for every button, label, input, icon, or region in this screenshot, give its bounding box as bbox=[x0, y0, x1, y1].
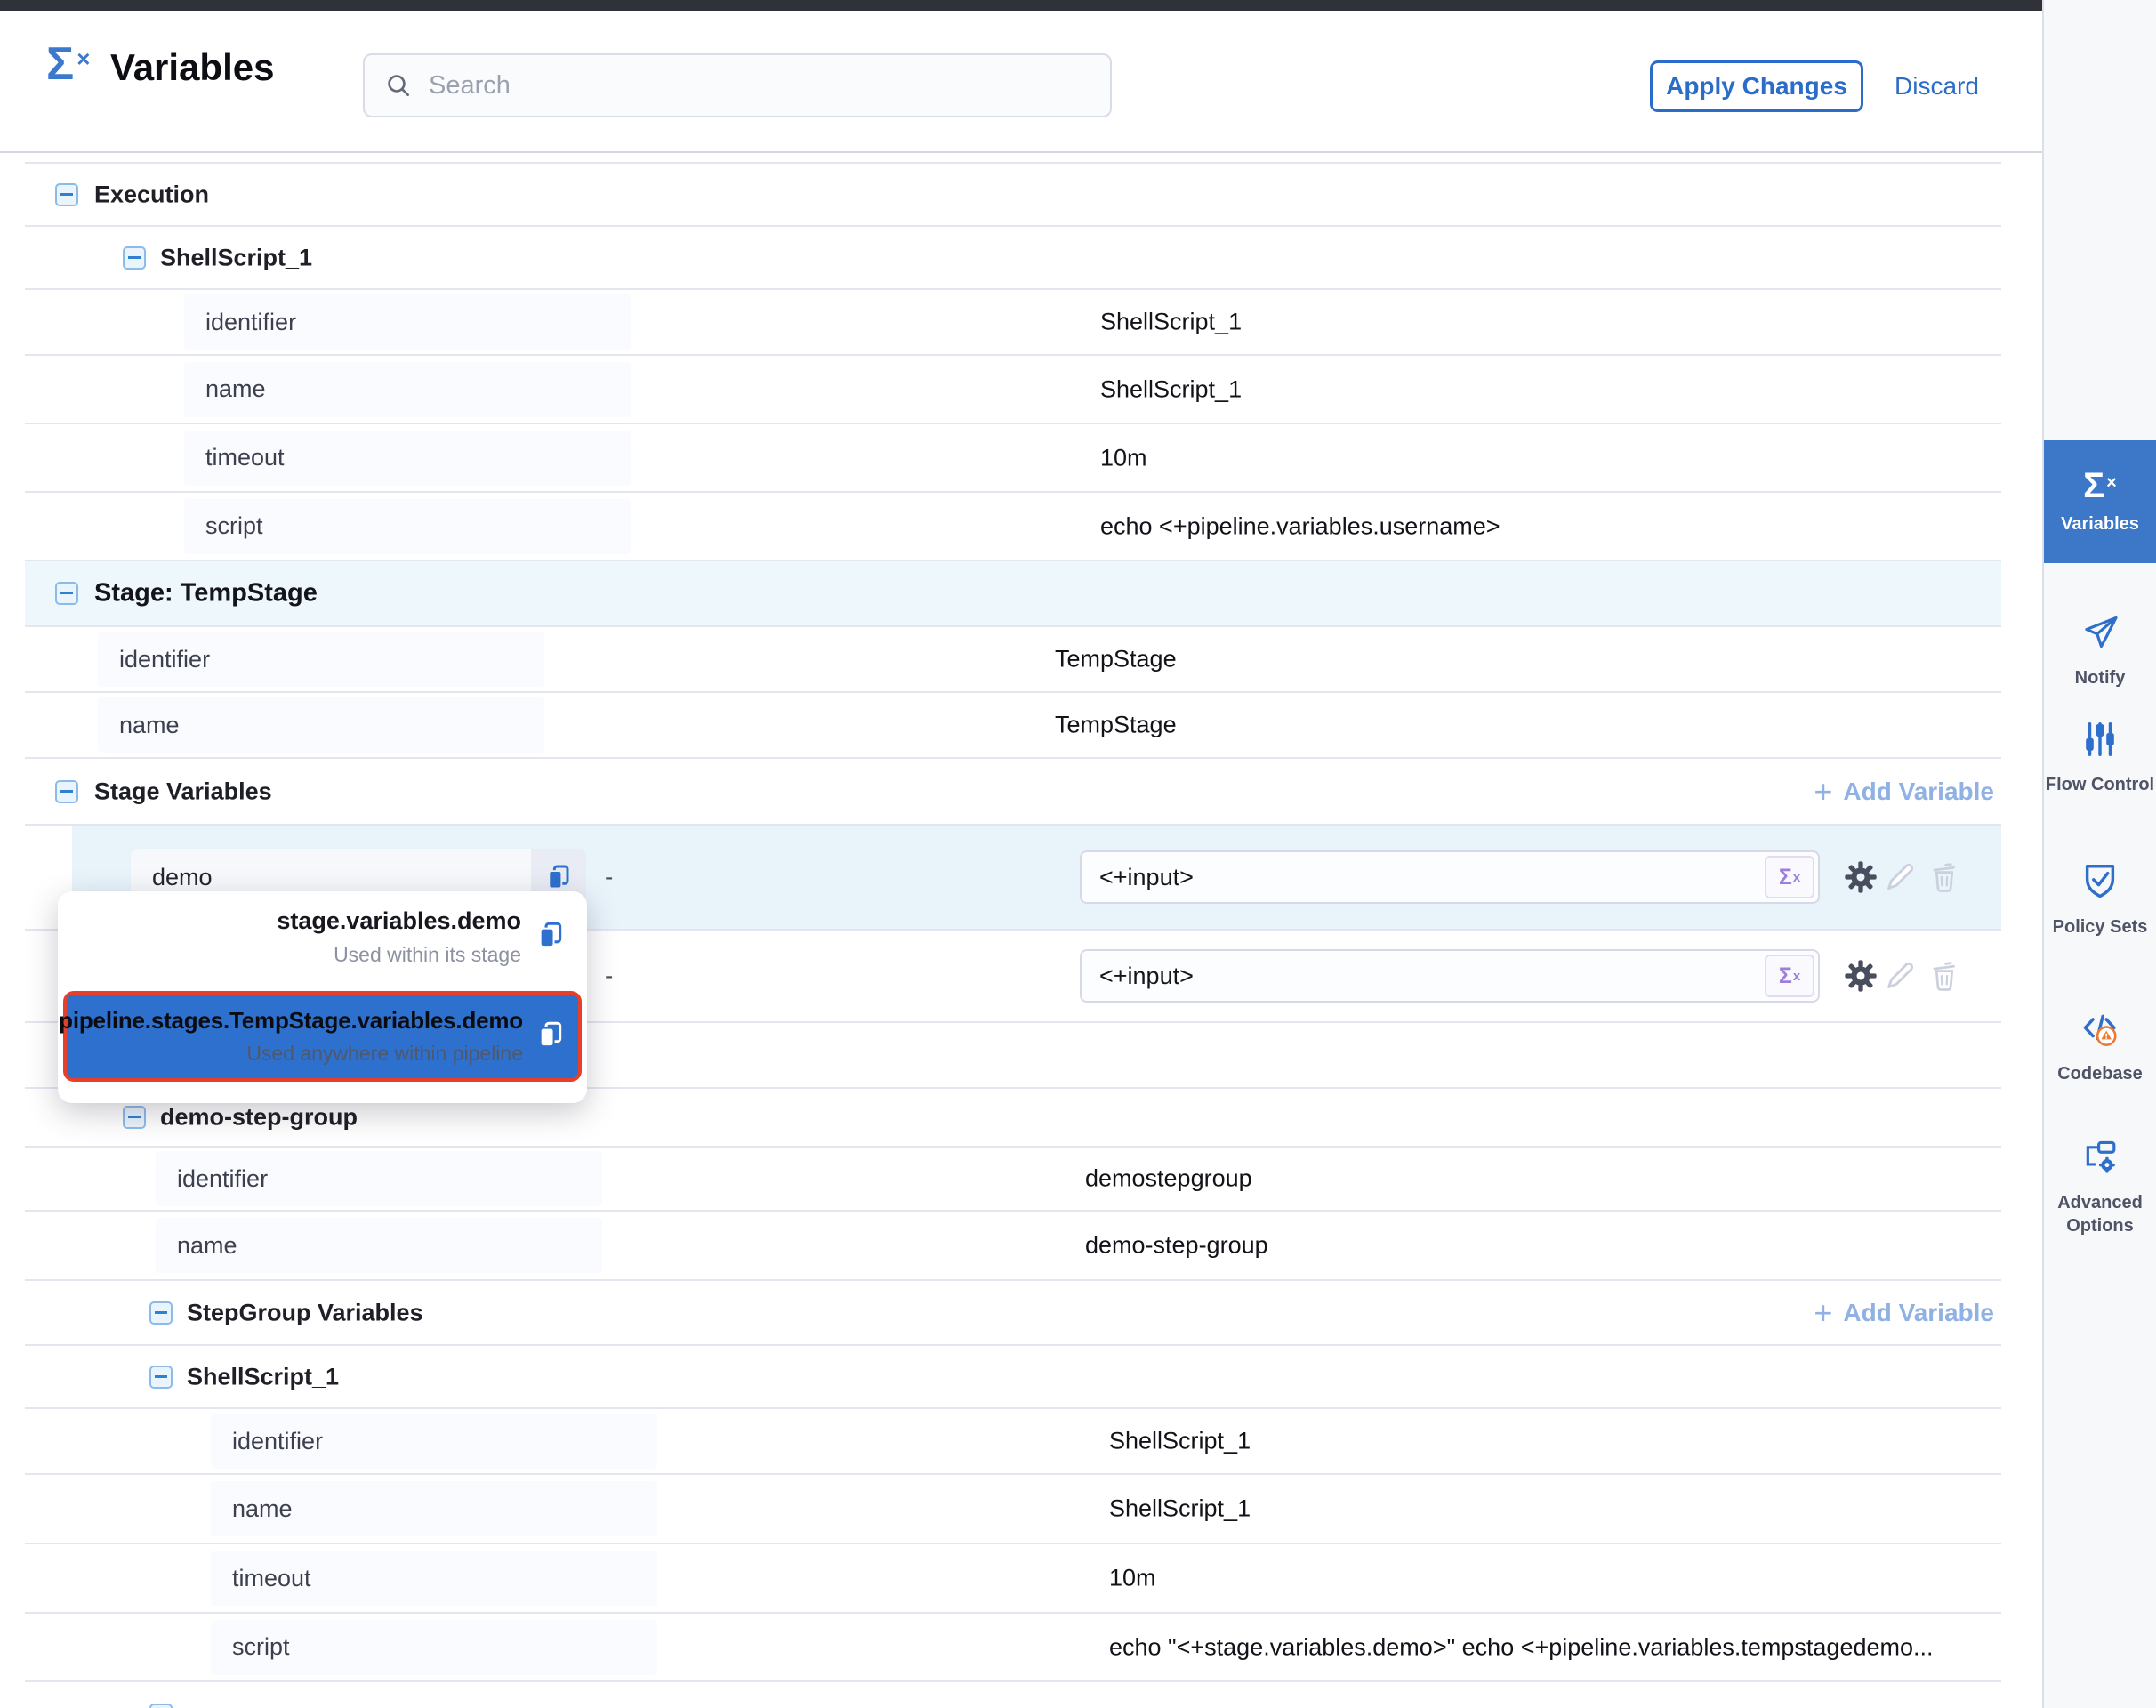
plus-icon: + bbox=[1814, 1298, 1832, 1326]
expression-scope: Used anywhere within pipeline bbox=[59, 1042, 523, 1066]
field-value: ShellScript_1 bbox=[1100, 375, 1242, 403]
flowchart-gear-icon bbox=[2080, 1137, 2120, 1182]
tree-section-execution[interactable]: Execution bbox=[25, 162, 2001, 227]
tree-section-shellscript1[interactable]: ShellScript_1 bbox=[25, 227, 2001, 290]
search-box[interactable] bbox=[363, 53, 1112, 117]
shield-check-icon bbox=[2080, 861, 2120, 906]
sidebar-item-advanced-options[interactable]: Advanced Options bbox=[2044, 1137, 2156, 1237]
search-input[interactable] bbox=[427, 70, 1053, 101]
variable-expression-popup: stage.variables.demo Used within its sta… bbox=[58, 891, 587, 1103]
field-value: ShellScript_1 bbox=[1109, 1495, 1251, 1523]
field-label: identifier bbox=[98, 632, 544, 687]
field-value: 10m bbox=[1100, 444, 1147, 471]
plus-icon: + bbox=[1814, 777, 1832, 805]
field-label: script bbox=[184, 499, 631, 554]
paper-plane-icon bbox=[2080, 612, 2120, 657]
field-value: ShellScript_1 bbox=[1100, 309, 1242, 336]
copy-icon[interactable] bbox=[535, 1019, 566, 1054]
field-row-name: name ShellScript_1 bbox=[25, 356, 2001, 424]
expression-sigma-chip[interactable]: Σx bbox=[1765, 856, 1814, 898]
code-warning-icon bbox=[2080, 1008, 2120, 1053]
variables-panel-icon: Σ× bbox=[46, 41, 90, 87]
tree-section-shellscript1[interactable]: ShellScript_1 bbox=[25, 1346, 2001, 1409]
collapse-minus-icon[interactable] bbox=[149, 1704, 173, 1708]
field-row-name: name TempStage bbox=[25, 693, 2001, 759]
field-label: name bbox=[98, 697, 544, 753]
field-label: timeout bbox=[211, 1551, 657, 1606]
gear-icon[interactable] bbox=[1841, 956, 1880, 995]
field-row-identifier: identifier demostepgroup bbox=[25, 1148, 2001, 1212]
search-icon bbox=[384, 71, 413, 100]
field-value: demo-step-group bbox=[1085, 1232, 1268, 1260]
expression-option-stage-scope[interactable]: stage.variables.demo Used within its sta… bbox=[277, 907, 566, 967]
required-dash: - bbox=[605, 962, 613, 990]
expression-path: stage.variables.demo bbox=[277, 907, 521, 935]
field-label: script bbox=[211, 1620, 657, 1675]
field-value: echo <+pipeline.variables.username> bbox=[1100, 512, 1500, 540]
collapse-minus-icon[interactable] bbox=[55, 582, 78, 605]
discard-button[interactable]: Discard bbox=[1895, 72, 1979, 101]
apply-changes-button[interactable]: Apply Changes bbox=[1650, 60, 1863, 112]
field-row-script: script echo <+pipeline.variables.usernam… bbox=[25, 493, 2001, 561]
field-label: name bbox=[211, 1481, 657, 1536]
collapse-minus-icon[interactable] bbox=[149, 1366, 173, 1389]
variable-value-input[interactable]: <+input> Σx bbox=[1080, 949, 1820, 1003]
field-row-identifier: identifier TempStage bbox=[25, 627, 2001, 693]
gear-icon[interactable] bbox=[1841, 858, 1880, 897]
field-label: identifier bbox=[156, 1151, 602, 1206]
header: Σ× Variables Apply Changes Discard bbox=[0, 11, 2042, 151]
field-label: name bbox=[156, 1218, 602, 1273]
sidebar-item-variables[interactable]: Σ× Variables bbox=[2044, 440, 2156, 563]
field-row-script: script echo "<+stage.variables.demo>" ec… bbox=[25, 1614, 2001, 1682]
window-top-strip bbox=[0, 0, 2042, 11]
field-label: identifier bbox=[211, 1414, 657, 1469]
sidebar-item-policy-sets[interactable]: Policy Sets bbox=[2044, 861, 2156, 939]
field-value: ShellScript_1 bbox=[1109, 1428, 1251, 1455]
tree-section-stage-variables[interactable]: Stage Variables + Add Variable bbox=[25, 759, 2001, 826]
field-row-name: name ShellScript_1 bbox=[25, 1475, 2001, 1544]
tree-section-stepgroup-variables[interactable]: StepGroup Variables + Add Variable bbox=[25, 1281, 2001, 1346]
tree-section-partial[interactable] bbox=[25, 1682, 2001, 1708]
field-row-identifier: identifier ShellScript_1 bbox=[25, 290, 2001, 356]
field-label: identifier bbox=[184, 294, 631, 350]
sidebar-item-flow-control[interactable]: Flow Control bbox=[2044, 719, 2156, 796]
copy-icon[interactable] bbox=[535, 920, 566, 955]
sidebar-item-notify[interactable]: Notify bbox=[2044, 612, 2156, 689]
add-variable-button[interactable]: + Add Variable bbox=[1814, 777, 1994, 805]
expression-scope: Used within its stage bbox=[277, 943, 521, 967]
expression-option-pipeline-scope-highlighted[interactable]: pipeline.stages.TempStage.variables.demo… bbox=[63, 991, 582, 1082]
required-dash: - bbox=[605, 863, 613, 891]
field-label: timeout bbox=[184, 431, 631, 486]
field-row-identifier: identifier ShellScript_1 bbox=[25, 1409, 2001, 1475]
add-variable-button[interactable]: + Add Variable bbox=[1814, 1298, 1994, 1326]
sigma-x-icon: Σ× bbox=[2083, 468, 2117, 504]
expression-path: pipeline.stages.TempStage.variables.demo bbox=[59, 1007, 523, 1035]
collapse-minus-icon[interactable] bbox=[123, 246, 146, 270]
tree-section-stage-tempstage[interactable]: Stage: TempStage bbox=[25, 561, 2001, 627]
collapse-minus-icon[interactable] bbox=[55, 183, 78, 206]
variable-value-input[interactable]: <+input> Σx bbox=[1080, 850, 1820, 904]
right-sidebar: Σ× Variables Notify Flow Con bbox=[2042, 0, 2156, 1708]
field-row-timeout: timeout 10m bbox=[25, 1544, 2001, 1614]
field-label: name bbox=[184, 362, 631, 417]
flow-sliders-icon bbox=[2080, 719, 2120, 764]
field-row-name: name demo-step-group bbox=[25, 1212, 2001, 1281]
pencil-icon[interactable] bbox=[1880, 858, 1919, 897]
field-value: 10m bbox=[1109, 1565, 1156, 1592]
expression-sigma-chip[interactable]: Σx bbox=[1765, 955, 1814, 997]
collapse-minus-icon[interactable] bbox=[55, 780, 78, 803]
collapse-minus-icon[interactable] bbox=[149, 1301, 173, 1325]
trash-icon[interactable] bbox=[1925, 858, 1964, 897]
sidebar-item-codebase[interactable]: Codebase bbox=[2044, 1008, 2156, 1085]
pencil-icon[interactable] bbox=[1880, 956, 1919, 995]
field-value: TempStage bbox=[1055, 712, 1177, 739]
trash-icon[interactable] bbox=[1925, 956, 1964, 995]
field-row-timeout: timeout 10m bbox=[25, 424, 2001, 493]
field-value: echo "<+stage.variables.demo>" echo <+pi… bbox=[1109, 1633, 1934, 1661]
field-value: TempStage bbox=[1055, 646, 1177, 673]
collapse-minus-icon[interactable] bbox=[123, 1106, 146, 1129]
field-value: demostepgroup bbox=[1085, 1165, 1252, 1193]
page-title: Variables bbox=[110, 46, 274, 89]
